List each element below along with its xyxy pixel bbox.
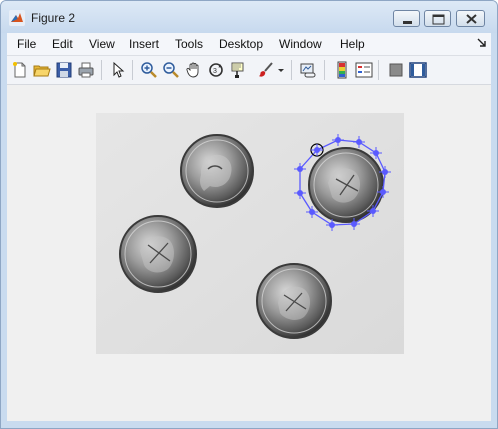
menu-window[interactable]: Window [279, 37, 322, 51]
maximize-icon [432, 14, 445, 25]
menu-view[interactable]: View [89, 37, 115, 51]
figure-window: Figure 2 File Edit View Insert Tools Des… [0, 0, 498, 429]
close-icon [466, 14, 477, 24]
window-title: Figure 2 [31, 11, 76, 25]
figure-canvas [7, 85, 491, 421]
maximize-button[interactable] [424, 10, 451, 27]
toolbar-separator [291, 60, 292, 80]
data-cursor-icon[interactable] [229, 61, 247, 79]
coin [256, 263, 332, 339]
menu-help[interactable]: Help [340, 37, 365, 51]
insert-colorbar-icon[interactable] [333, 61, 351, 79]
edit-plot-arrow-icon[interactable] [109, 61, 127, 79]
insert-legend-icon[interactable] [355, 61, 373, 79]
menu-tools[interactable]: Tools [175, 37, 203, 51]
new-figure-icon[interactable] [11, 61, 29, 79]
dock-arrow-icon[interactable] [477, 38, 487, 48]
menu-file[interactable]: File [17, 37, 36, 51]
coins-image[interactable] [96, 113, 404, 354]
show-plot-tools-icon[interactable] [409, 61, 427, 79]
close-button[interactable] [456, 10, 485, 27]
coin [180, 134, 254, 208]
print-icon[interactable] [77, 61, 95, 79]
toolbar-separator [101, 60, 102, 80]
rotate-3d-icon[interactable]: 3 [207, 61, 225, 79]
zoom-in-icon[interactable] [140, 61, 158, 79]
figure-toolbar: 3 [7, 56, 491, 85]
matlab-icon [9, 10, 25, 26]
link-plot-icon[interactable] [299, 61, 317, 79]
svg-text:3: 3 [213, 68, 217, 75]
open-file-icon[interactable] [33, 61, 51, 79]
brush-icon[interactable] [257, 61, 275, 79]
minimize-icon [403, 21, 412, 24]
toolbar-separator [324, 60, 325, 80]
menu-desktop[interactable]: Desktop [219, 37, 263, 51]
zoom-out-icon[interactable] [162, 61, 180, 79]
pan-hand-icon[interactable] [185, 61, 203, 79]
menu-insert[interactable]: Insert [129, 37, 159, 51]
toolbar-separator [132, 60, 133, 80]
save-icon[interactable] [55, 61, 73, 79]
brush-dropdown-icon[interactable] [277, 61, 285, 79]
minimize-button[interactable] [393, 10, 420, 27]
hide-plot-tools-icon[interactable] [387, 61, 405, 79]
toolbar-separator [378, 60, 379, 80]
title-bar[interactable]: Figure 2 [1, 1, 497, 33]
roi-active-vertex[interactable] [310, 143, 324, 157]
coin [119, 215, 197, 293]
menu-edit[interactable]: Edit [52, 37, 73, 51]
menu-bar: File Edit View Insert Tools Desktop Wind… [7, 33, 491, 56]
